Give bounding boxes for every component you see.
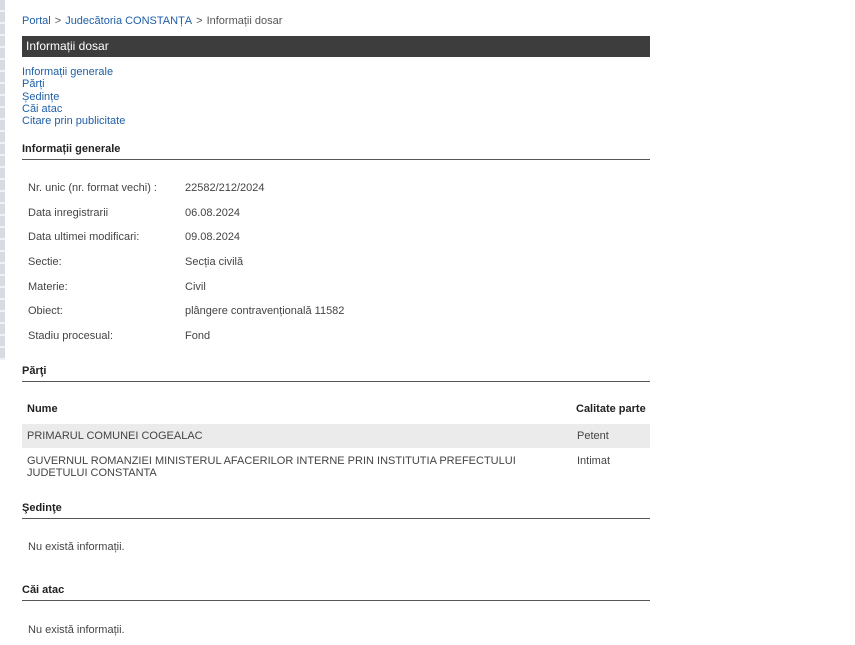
- breadcrumb-separator: >: [196, 15, 203, 27]
- info-value: Secția civilă: [185, 256, 244, 269]
- left-sidebar-strip: [0, 0, 5, 360]
- section-header-informatii-generale: Informații generale: [22, 143, 650, 160]
- section-quick-links: Informații generale Părți Ședințe Căi at…: [22, 66, 125, 127]
- section-header-sedinte: Şedinţe: [22, 502, 650, 519]
- info-label: Nr. unic (nr. format vechi) :: [28, 182, 157, 194]
- table-row: PRIMARUL COMUNEI COGEALAC Petent: [22, 424, 650, 448]
- breadcrumb: Portal > Judecătoria CONSTANȚA > Informații …: [22, 15, 282, 27]
- party-role: Intimat: [577, 455, 611, 467]
- parti-table-header: Nume Calitate parte: [22, 398, 650, 420]
- quick-link-cai-atac[interactable]: Căi atac: [22, 103, 125, 115]
- breadcrumb-current: Informații dosar: [206, 15, 283, 27]
- table-row: GUVERNUL ROMANZIEI MINISTERUL AFACERILOR…: [22, 449, 650, 485]
- breadcrumb-court-link[interactable]: Judecătoria CONSTANȚA: [65, 15, 192, 27]
- section-header-parti: Părţi: [22, 365, 650, 382]
- info-label: Obiect:: [28, 305, 63, 318]
- page-title: Informații dosar: [22, 36, 650, 57]
- info-label: Sectie:: [28, 256, 62, 269]
- info-label: Data ultimei modificari:: [28, 231, 140, 244]
- quick-link-sedinte[interactable]: Ședințe: [22, 91, 125, 103]
- info-label: Stadiu procesual:: [28, 330, 113, 343]
- cai-atac-empty-message: Nu există informații.: [28, 624, 125, 636]
- info-value: 09.08.2024: [185, 231, 241, 244]
- info-value: Fond: [185, 330, 211, 343]
- column-header-calitate-parte: Calitate parte: [576, 403, 646, 415]
- info-value: plângere contravențională 11582: [185, 305, 345, 318]
- info-value: 06.08.2024: [185, 206, 241, 219]
- party-name: PRIMARUL COMUNEI COGEALAC: [27, 430, 203, 442]
- info-label: Materie:: [28, 280, 68, 293]
- info-value: 22582/212/2024: [185, 182, 265, 194]
- quick-link-informatii-generale[interactable]: Informații generale: [22, 66, 125, 78]
- party-name: GUVERNUL ROMANZIEI MINISTERUL AFACERILOR…: [27, 455, 516, 479]
- section-header-cai-atac: Căi atac: [22, 584, 650, 601]
- breadcrumb-portal-link[interactable]: Portal: [22, 15, 51, 27]
- quick-link-parti[interactable]: Părți: [22, 78, 125, 90]
- quick-link-citare-publicitate[interactable]: Citare prin publicitate: [22, 115, 125, 127]
- info-label: Data inregistrarii: [28, 206, 109, 219]
- sedinte-empty-message: Nu există informații.: [28, 541, 125, 553]
- breadcrumb-separator: >: [54, 15, 62, 27]
- column-header-nume: Nume: [27, 403, 58, 415]
- info-value: Civil: [185, 280, 206, 293]
- party-role: Petent: [577, 430, 609, 442]
